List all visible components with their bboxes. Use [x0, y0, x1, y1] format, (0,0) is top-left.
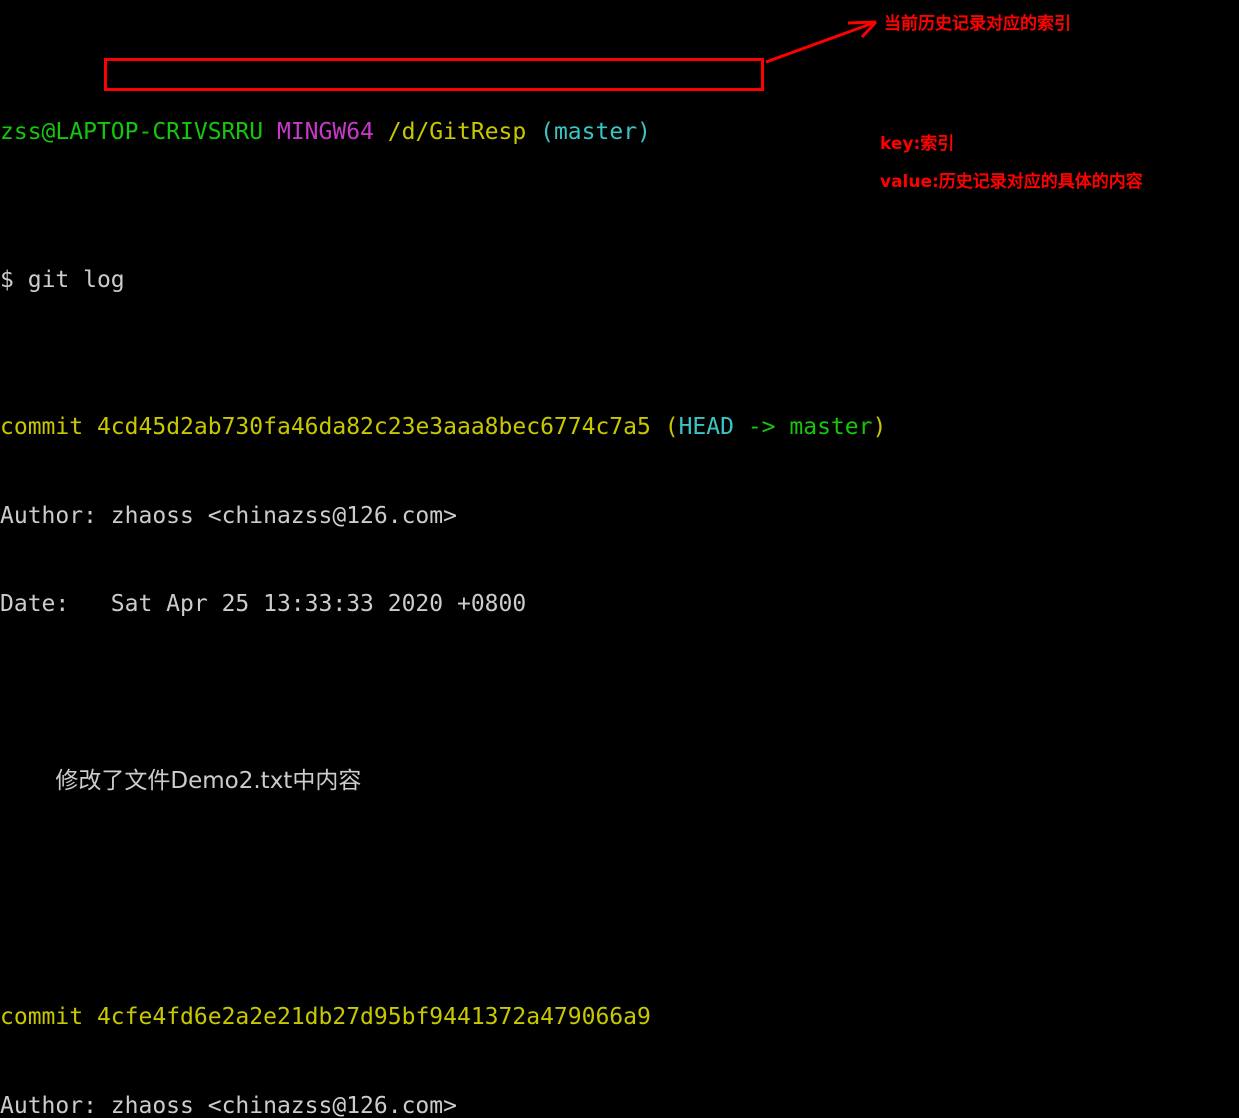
commit-refs-close-1: ) [872, 414, 886, 440]
commit-refs-branch-1: master [789, 414, 872, 440]
prompt-space-3 [526, 119, 540, 145]
blank-line-2 [0, 856, 886, 886]
commit-refs-open-1: ( [665, 414, 679, 440]
commit-line-2: commit 4cfe4fd6e2a2e21db27d95bf9441372a4… [0, 1003, 886, 1033]
commit-refs-sep2-1 [776, 414, 790, 440]
annotation-key-note: key:索引 [880, 130, 954, 160]
commit-label-2: commit [0, 1004, 83, 1030]
commit-line-1: commit 4cd45d2ab730fa46da82c23e3aaa8bec6… [0, 413, 886, 443]
commit-label-1: commit [0, 414, 83, 440]
prompt-space-1 [263, 119, 277, 145]
commit-refs-sep-1 [734, 414, 748, 440]
prompt-user-host: zss@LAPTOP-CRIVSRRU [0, 119, 263, 145]
annotation-value-note: value:历史记录对应的具体的内容 [880, 168, 1143, 198]
terminal-window: zss@LAPTOP-CRIVSRRU MINGW64 /d/GitResp (… [0, 0, 1239, 559]
author-value-2: zhaoss <chinazss@126.com> [111, 1093, 457, 1118]
author-line-1: Author: zhaoss <chinazss@126.com> [0, 502, 886, 532]
date-value-1: Sat Apr 25 13:33:33 2020 +0800 [111, 591, 526, 617]
message-line-1: 修改了文件Demo2.txt中内容 [0, 767, 886, 797]
terminal-output: zss@LAPTOP-CRIVSRRU MINGW64 /d/GitResp (… [0, 0, 886, 1118]
author-line-2: Author: zhaoss <chinazss@126.com> [0, 1092, 886, 1118]
commit-refs-head-1: HEAD [679, 414, 734, 440]
commit-message-1: 修改了文件Demo2.txt中内容 [55, 768, 361, 794]
author-value-1: zhaoss <chinazss@126.com> [111, 503, 457, 529]
date-line-1: Date: Sat Apr 25 13:33:33 2020 +0800 [0, 590, 886, 620]
command-space [14, 267, 28, 293]
date-label-1: Date: [0, 591, 69, 617]
prompt-branch: (master) [540, 119, 651, 145]
prompt-shell: MINGW64 [277, 119, 374, 145]
prompt-line: zss@LAPTOP-CRIVSRRU MINGW64 /d/GitResp (… [0, 118, 886, 148]
author-space-2 [97, 1093, 111, 1118]
command-symbol: $ [0, 267, 14, 293]
command-text: git log [28, 267, 125, 293]
author-space-1 [97, 503, 111, 529]
message-indent-1 [0, 768, 55, 794]
commit-refs-space-1 [651, 414, 665, 440]
author-label-2: Author: [0, 1093, 97, 1118]
commit-space-2 [83, 1004, 97, 1030]
commit-hash-2: 4cfe4fd6e2a2e21db27d95bf9441372a479066a9 [97, 1004, 651, 1030]
blank-line-1 [0, 679, 886, 709]
date-space-1 [69, 591, 111, 617]
annotation-index-note: 当前历史记录对应的索引 [884, 10, 1071, 40]
prompt-space-2 [374, 119, 388, 145]
command-line: $ git log [0, 266, 886, 296]
commit-space-1 [83, 414, 97, 440]
prompt-path: /d/GitResp [388, 119, 526, 145]
author-label-1: Author: [0, 503, 97, 529]
commit-refs-arrow-1: -> [748, 414, 776, 440]
commit-hash-1: 4cd45d2ab730fa46da82c23e3aaa8bec6774c7a5 [97, 414, 651, 440]
